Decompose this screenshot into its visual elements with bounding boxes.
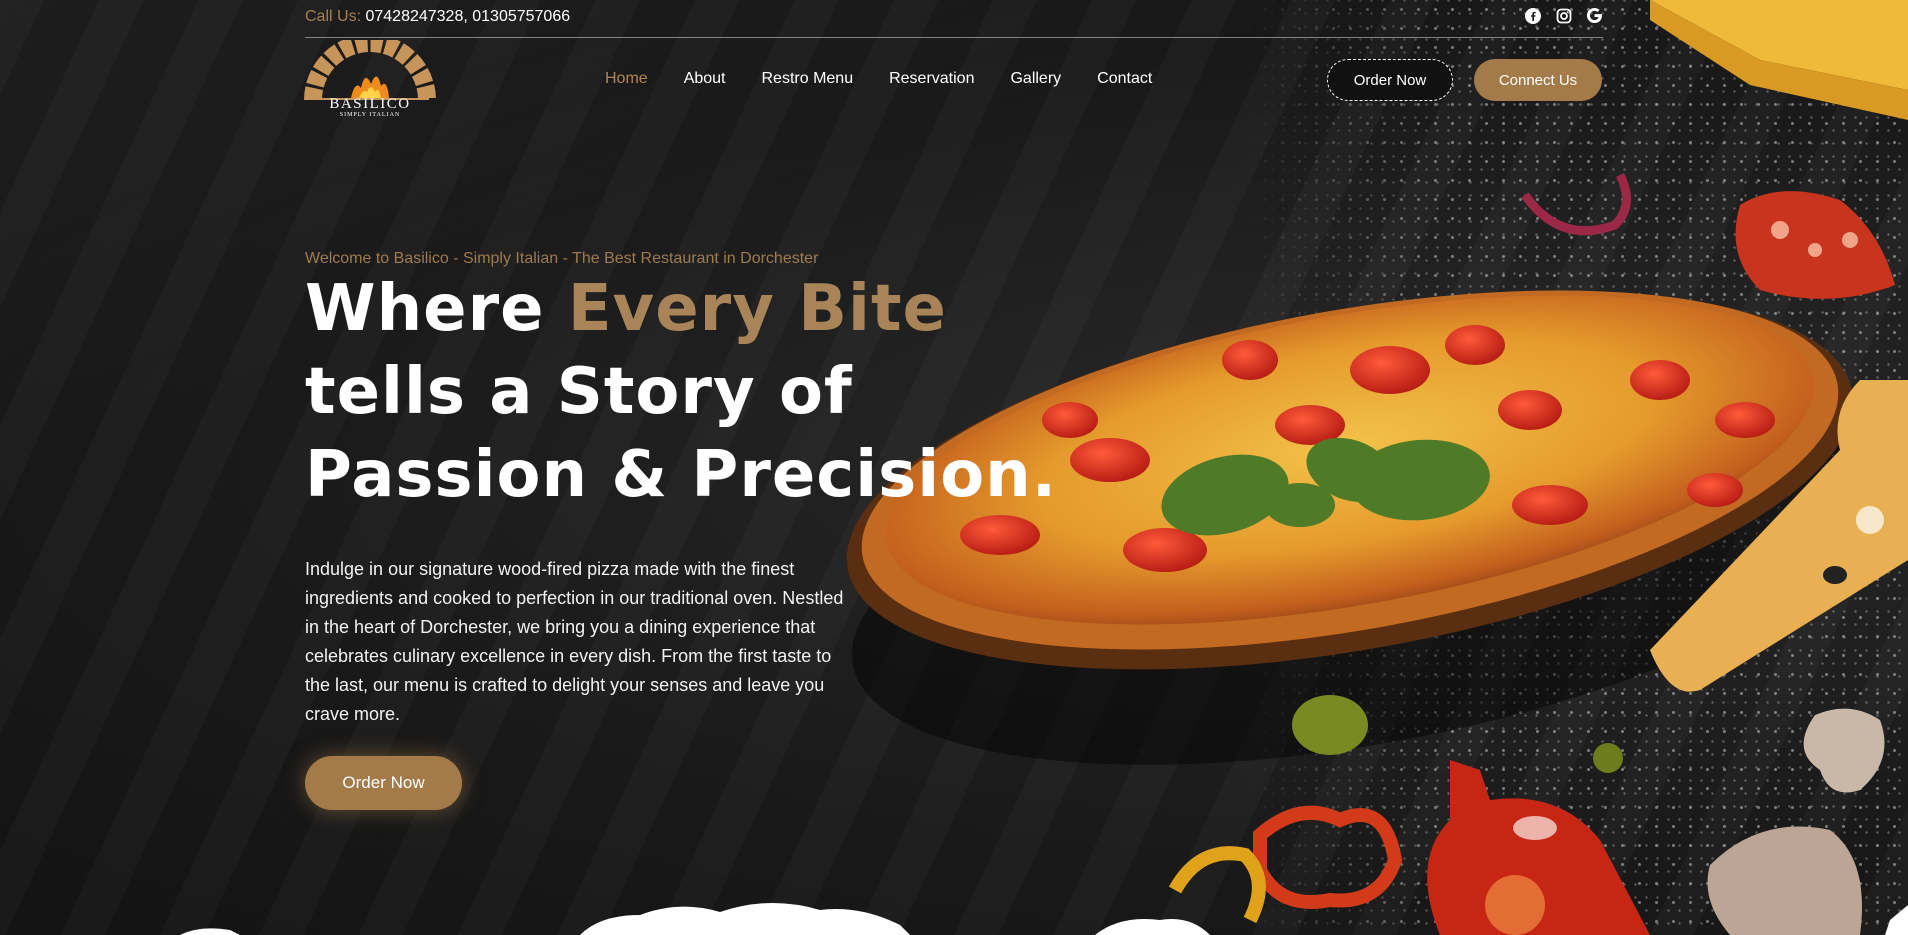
red-pepper — [1253, 805, 1403, 909]
brand-logo[interactable]: BASILICO SIMPLY ITALIAN — [303, 34, 437, 122]
hero-title-part1: Where — [305, 272, 568, 346]
header-order-now-button[interactable]: Order Now — [1327, 59, 1453, 101]
hero-title-part2: tells a Story of Passion & Precision. — [305, 355, 1058, 512]
hero-eyebrow: Welcome to Basilico - Simply Italian - T… — [305, 250, 819, 267]
phone-numbers[interactable]: 07428247328, 01305757066 — [365, 8, 570, 25]
nav-home[interactable]: Home — [605, 70, 648, 88]
olive — [1292, 695, 1368, 755]
paint-splash — [580, 902, 910, 935]
instagram-icon[interactable] — [1555, 7, 1572, 24]
nav-restro-menu[interactable]: Restro Menu — [762, 70, 854, 88]
top-bar: Call Us: 07428247328, 01305757066 — [305, 0, 1603, 38]
onion-ring — [1521, 172, 1631, 236]
google-icon[interactable] — [1586, 7, 1603, 24]
nav-contact[interactable]: Contact — [1097, 70, 1152, 88]
hero-description: Indulge in our signature wood-fired pizz… — [305, 559, 844, 724]
nav-reservation[interactable]: Reservation — [889, 70, 974, 88]
hero-title: Where Every Bite tells a Story of Passio… — [305, 268, 1105, 517]
brand-name: BASILICO — [329, 96, 411, 112]
nav-gallery[interactable]: Gallery — [1010, 70, 1061, 88]
social-links — [1524, 7, 1603, 24]
main-nav: Home About Restro Menu Reservation Galle… — [605, 70, 1152, 88]
brand-tagline: SIMPLY ITALIAN — [339, 112, 401, 118]
call-label: Call Us: — [305, 8, 362, 25]
mushroom — [1803, 708, 1885, 793]
nav-about[interactable]: About — [684, 70, 726, 88]
yellow-pepper — [1168, 846, 1266, 924]
hero-title-accent: Every Bite — [567, 272, 947, 346]
facebook-icon[interactable] — [1524, 7, 1541, 24]
connect-us-button[interactable]: Connect Us — [1474, 59, 1602, 101]
call-info: Call Us: 07428247328, 01305757066 — [305, 8, 570, 26]
hero-order-now-button[interactable]: Order Now — [305, 756, 462, 810]
